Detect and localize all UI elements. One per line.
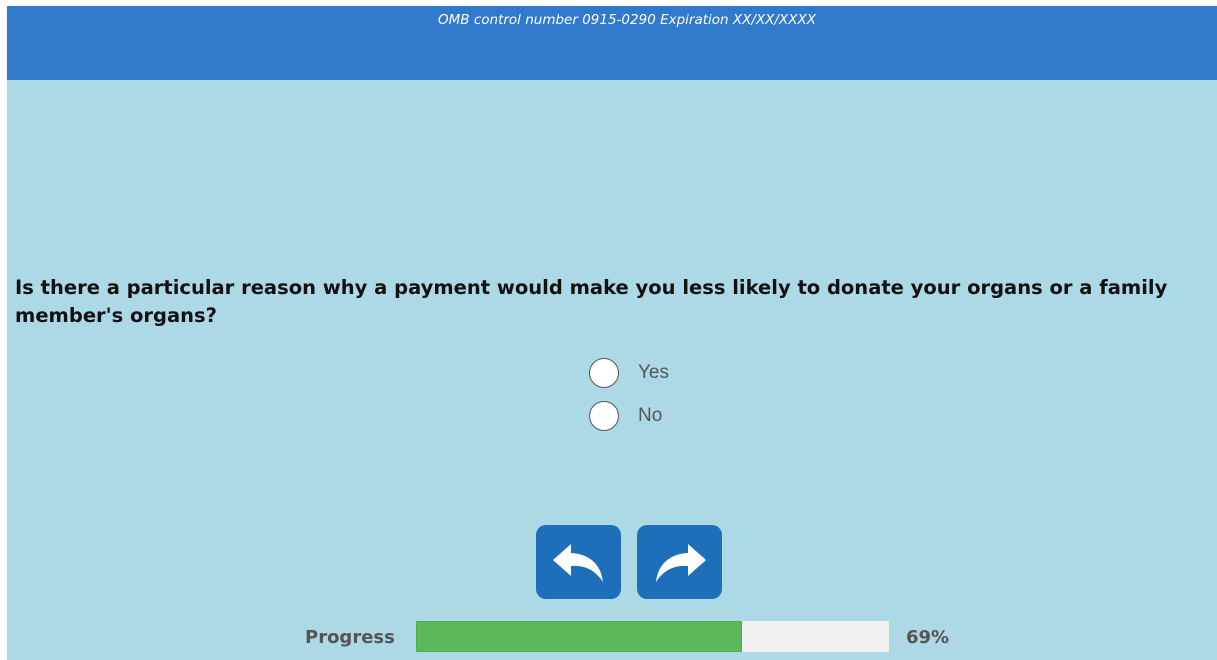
radio-no[interactable] xyxy=(589,401,619,431)
option-yes-label[interactable]: Yes xyxy=(638,362,669,384)
next-button[interactable] xyxy=(637,525,722,599)
back-button[interactable] xyxy=(536,525,621,599)
progress-bar-fill xyxy=(416,621,743,652)
omb-control-text: OMB control number 0915-0290 Expiration … xyxy=(438,12,816,28)
forward-arrow-icon xyxy=(655,544,706,582)
question-text: Is there a particular reason why a payme… xyxy=(15,276,1168,327)
progress-percent: 69% xyxy=(906,627,950,648)
header-bar: OMB control number 0915-0290 Expiration … xyxy=(7,6,1217,80)
option-no[interactable]: No xyxy=(589,401,662,431)
option-no-label[interactable]: No xyxy=(638,405,662,427)
radio-yes[interactable] xyxy=(589,358,619,388)
back-arrow-icon xyxy=(552,544,603,582)
progress-bar xyxy=(416,621,889,652)
survey-page: OMB control number 0915-0290 Expiration … xyxy=(7,6,1217,660)
option-yes[interactable]: Yes xyxy=(589,358,669,388)
progress-label: Progress xyxy=(305,627,395,648)
